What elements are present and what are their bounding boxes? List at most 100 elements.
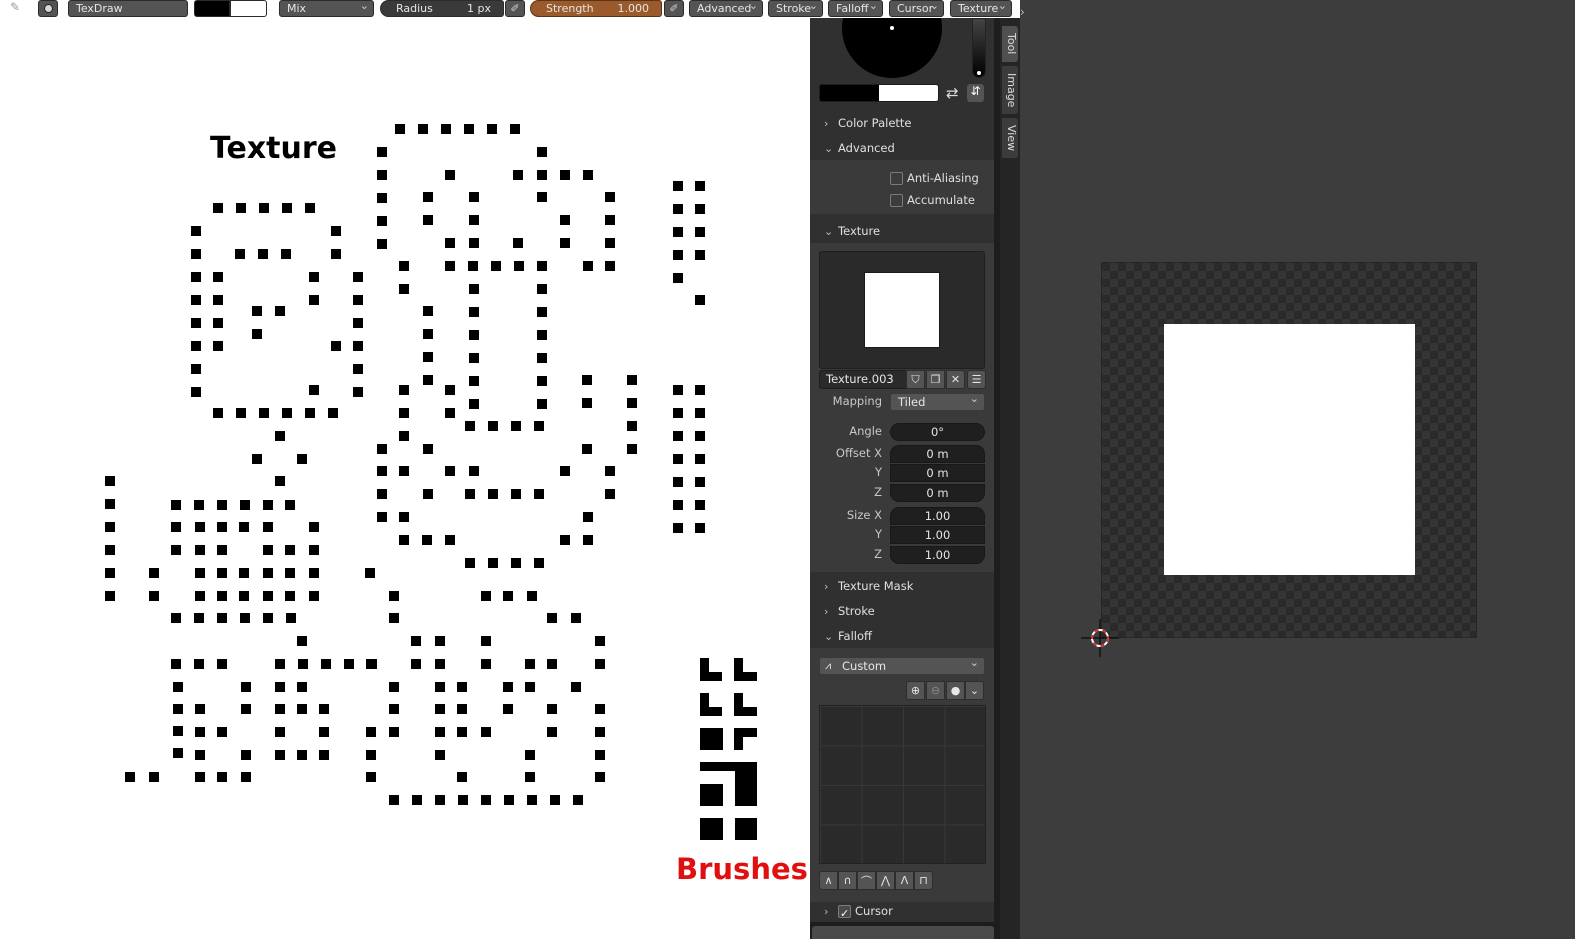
brush-dot [503,682,513,692]
curve-options-icon[interactable]: ⌄ [965,681,984,700]
brush-dot [583,512,593,522]
curve-point-icon[interactable]: ● [946,681,965,700]
brush-dot [195,545,205,555]
brush-tool-icon[interactable]: ✎ [10,0,30,17]
swap-colors-icon[interactable]: ⇄ [946,84,959,102]
brush-dot [171,500,181,510]
gradient-type-icon[interactable]: ⇵ [967,84,984,102]
brush-dot [239,591,249,601]
texture-name-field[interactable]: Texture.003 [819,370,907,389]
falloff-root-icon[interactable]: ⌒ [857,871,876,890]
offset-x-field[interactable]: 0 m [890,445,985,463]
texture-settings-icon[interactable]: ☰ [967,370,986,389]
brush-dot [285,568,295,578]
strength-pressure-icon[interactable]: ✐ [664,0,684,17]
brush-dot [511,421,521,431]
section-color-palette[interactable]: › Color Palette [824,112,912,134]
brush-dot [309,545,319,555]
size-x-field[interactable]: 1.00 [890,507,985,525]
radius-pressure-icon[interactable]: ✐ [505,0,525,17]
brush-dot [673,431,683,441]
fake-user-icon[interactable]: ⛉ [906,370,925,389]
brush-dot [389,704,399,714]
size-z-field[interactable]: 1.00 [890,546,985,564]
tab-tool[interactable]: Tool [1002,26,1018,62]
offset-y-field[interactable]: 0 m [890,464,985,482]
brush-dot [469,238,479,248]
cursor-checkbox[interactable] [838,903,851,922]
falloff-sphere-icon[interactable]: ∩ [838,871,857,890]
value-slider-handle[interactable] [976,70,982,76]
value-slider[interactable] [972,18,986,78]
brush-dot [510,124,520,134]
mapping-dropdown[interactable]: Tiled [890,391,985,411]
zoom-out-icon[interactable]: ⊖ [926,681,945,700]
menu-texture[interactable]: Texture [950,0,1012,17]
brush-name-field[interactable]: TexDraw [68,0,188,17]
brush-dot [389,613,399,623]
2d-cursor-icon[interactable] [1081,619,1119,657]
falloff-linear-icon[interactable]: Λ [895,871,914,890]
brush-color-swatch[interactable] [819,84,939,102]
texture-thumbnail [864,272,940,348]
zoom-in-icon[interactable]: ⊕ [906,681,925,700]
strength-slider[interactable]: Strength 1.000 [530,0,662,17]
brush-dot [435,636,445,646]
blend-mode-dropdown[interactable]: Mix [279,0,374,17]
radius-field[interactable]: Radius 1 px [380,0,504,17]
color-wheel-cursor[interactable] [890,26,894,30]
tab-image[interactable]: Image [1002,66,1018,114]
brush-dot [469,284,479,294]
brush-dot [353,295,363,305]
angle-field[interactable]: 0° [890,423,985,441]
brush-dot [305,408,315,418]
menu-cursor[interactable]: Cursor [889,0,944,17]
brush-dot [217,500,227,510]
brush-dot [435,682,445,692]
anti-aliasing-checkbox[interactable]: Anti-Aliasing [890,169,979,187]
brush-dot [534,558,544,568]
tab-view[interactable]: View [1002,118,1018,158]
falloff-sharp-icon[interactable]: ⋀ [876,871,895,890]
duplicate-texture-icon[interactable]: ❐ [926,370,945,389]
brush-dot [504,795,514,805]
falloff-smooth-icon[interactable]: ∧ [819,871,838,890]
size-y-field[interactable]: 1.00 [890,526,985,544]
brush-dot [435,659,445,669]
section-cursor[interactable]: › Cursor [824,900,893,922]
brush-dot [195,522,205,532]
section-advanced[interactable]: ⌄ Advanced [824,137,895,159]
falloff-constant-icon[interactable]: ⊓ [914,871,933,890]
offset-z-field[interactable]: 0 m [890,484,985,502]
brush-dot [537,376,547,386]
menu-stroke[interactable]: Stroke [768,0,823,17]
anti-aliasing-label: Anti-Aliasing [907,171,979,185]
menu-advanced[interactable]: Advanced [689,0,763,17]
brush-dot [469,376,479,386]
color-swatch-primary[interactable] [194,0,230,17]
brush-dot [353,341,363,351]
section-texture-mask[interactable]: › Texture Mask [824,575,913,597]
unlink-texture-icon[interactable]: ✕ [946,370,965,389]
brush-dot [435,727,445,737]
brush-dot [537,261,547,271]
brush-preview-icon[interactable] [38,0,58,17]
brush-dot [399,408,409,418]
falloff-preset-dropdown[interactable]: ⩘ Custom [819,655,985,675]
falloff-curve-editor[interactable] [819,705,986,864]
brush-dot [441,124,451,134]
brush-dot [695,204,705,214]
brush-dot [331,249,341,259]
offset-x-label: Offset X [835,446,882,460]
brush-dot [236,408,246,418]
section-stroke[interactable]: › Stroke [824,600,875,622]
brush-dot [560,170,570,180]
section-falloff[interactable]: ⌄ Falloff [824,625,872,647]
menu-falloff[interactable]: Falloff [828,0,883,17]
chevron-right-icon[interactable]: › [1020,5,1030,23]
chevron-right-icon: › [824,605,829,618]
brush-dot [525,659,535,669]
section-texture[interactable]: ⌄ Texture [824,220,880,242]
accumulate-checkbox[interactable]: Accumulate [890,191,975,209]
color-swatch-secondary[interactable] [230,0,267,17]
